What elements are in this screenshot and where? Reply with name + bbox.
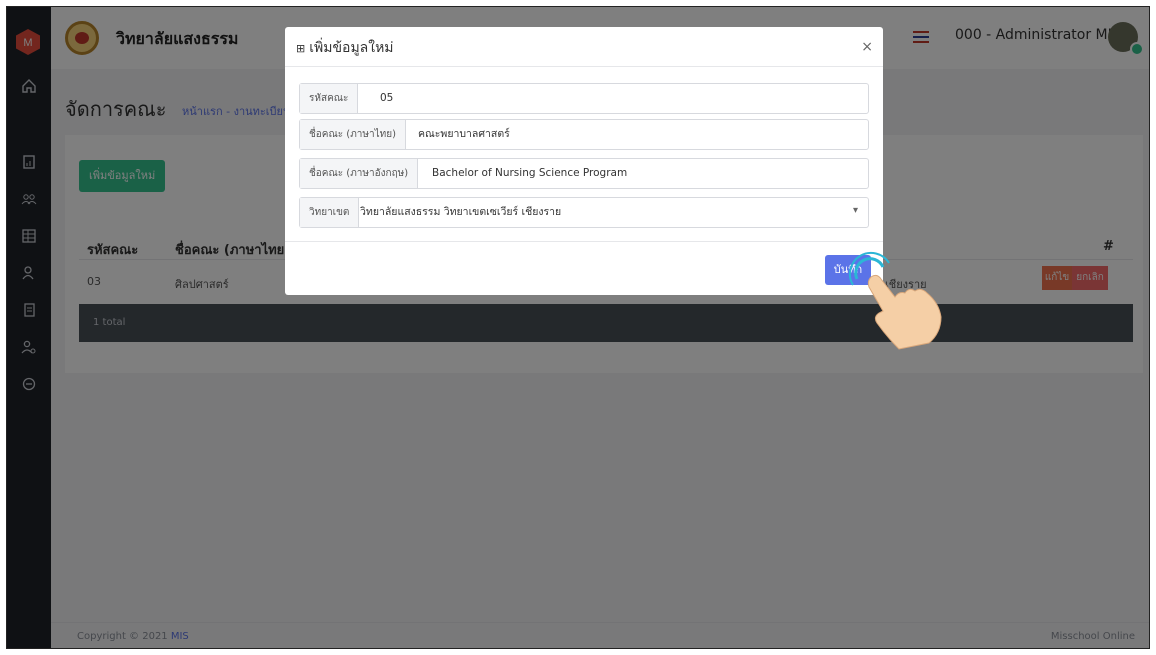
faculty-name-en-value[interactable]: Bachelor of Nursing Science Program [432,159,627,188]
hand-pointer-icon [848,251,942,350]
close-icon[interactable]: × [861,39,873,55]
faculty-code-field[interactable]: รหัสคณะ 05 [299,83,869,114]
modal-footer-divider [285,241,883,242]
campus-select-value[interactable]: วิทยาลัยแสงธรรม วิทยาเขตเซเวียร์ เชียงรา… [360,198,561,227]
field-label: รหัสคณะ [300,84,359,113]
add-faculty-modal: ⊞ เพิ่มข้อมูลใหม่ × รหัสคณะ 05 ชื่อคณะ (ภ… [285,27,883,295]
modal-header: ⊞ เพิ่มข้อมูลใหม่ × [285,27,883,67]
faculty-code-value[interactable]: 05 [380,84,393,113]
faculty-name-th-field[interactable]: ชื่อคณะ (ภาษาไทย) คณะพยาบาลศาสตร์ [299,119,869,150]
faculty-name-en-field[interactable]: ชื่อคณะ (ภาษาอังกฤษ) Bachelor of Nursing… [299,158,869,189]
chevron-down-icon[interactable]: ▾ [853,205,858,216]
field-label: ชื่อคณะ (ภาษาไทย) [300,120,407,149]
field-label: ชื่อคณะ (ภาษาอังกฤษ) [300,159,419,188]
field-label: วิทยาเขต [300,198,360,227]
campus-select[interactable]: วิทยาเขต วิทยาลัยแสงธรรม วิทยาเขตเซเวียร… [299,197,869,228]
faculty-name-th-value[interactable]: คณะพยาบาลศาสตร์ [418,120,510,149]
plus-square-icon: ⊞ [296,42,306,55]
app-window: M วิทยาลัยแสงธรรม 0 [6,6,1150,649]
modal-title: ⊞ เพิ่มข้อมูลใหม่ [296,40,394,56]
